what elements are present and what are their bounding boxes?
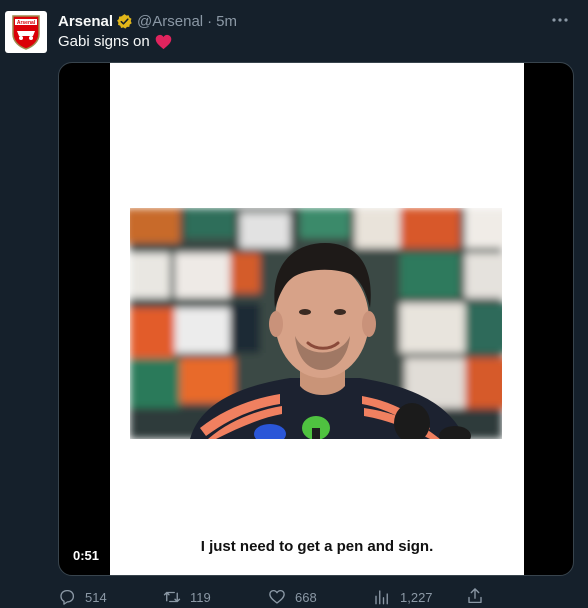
- tweet-actions: 514 119 668 1,227: [58, 587, 498, 607]
- more-options-button[interactable]: [550, 10, 570, 30]
- arsenal-crest-icon: Arsenal: [12, 15, 40, 50]
- red-heart-emoji: [155, 34, 172, 49]
- reply-button[interactable]: 514: [58, 588, 163, 606]
- video-thumbnail-photo: [130, 208, 502, 439]
- avatar[interactable]: Arsenal: [5, 11, 47, 53]
- like-button[interactable]: 668: [268, 588, 373, 606]
- share-button[interactable]: [466, 587, 484, 605]
- share-icon: [468, 588, 482, 604]
- separator-dot: ·: [207, 12, 213, 30]
- views-button[interactable]: 1,227: [373, 588, 478, 606]
- display-name[interactable]: Arsenal: [58, 13, 113, 30]
- retweet-count: 119: [190, 589, 211, 605]
- reply-icon: [60, 589, 75, 605]
- video-frame: I just need to get a pen and sign.: [110, 63, 524, 575]
- more-options-icon: [552, 18, 568, 22]
- tweet[interactable]: Arsenal Arsenal @Arsenal · 5m Gabi signs…: [0, 0, 588, 608]
- retweet-icon: [163, 591, 181, 603]
- like-icon: [269, 589, 285, 604]
- retweet-button[interactable]: 119: [163, 588, 268, 606]
- views-count: 1,227: [400, 589, 433, 605]
- video-duration: 0:51: [68, 546, 105, 565]
- views-icon: [375, 590, 388, 605]
- user-handle[interactable]: @Arsenal: [137, 13, 203, 30]
- like-count: 668: [295, 589, 317, 605]
- tweet-header: Arsenal @Arsenal · 5m: [58, 11, 237, 31]
- avatar-label: Arsenal: [17, 20, 36, 26]
- timestamp[interactable]: 5m: [216, 13, 237, 30]
- tweet-text: Gabi signs on: [58, 33, 172, 50]
- reply-count: 514: [85, 589, 107, 605]
- tweet-text-content: Gabi signs on: [58, 33, 150, 50]
- video-player[interactable]: I just need to get a pen and sign. 0:51: [58, 62, 574, 576]
- verified-badge-icon[interactable]: [116, 13, 133, 30]
- video-caption: I just need to get a pen and sign.: [200, 538, 434, 555]
